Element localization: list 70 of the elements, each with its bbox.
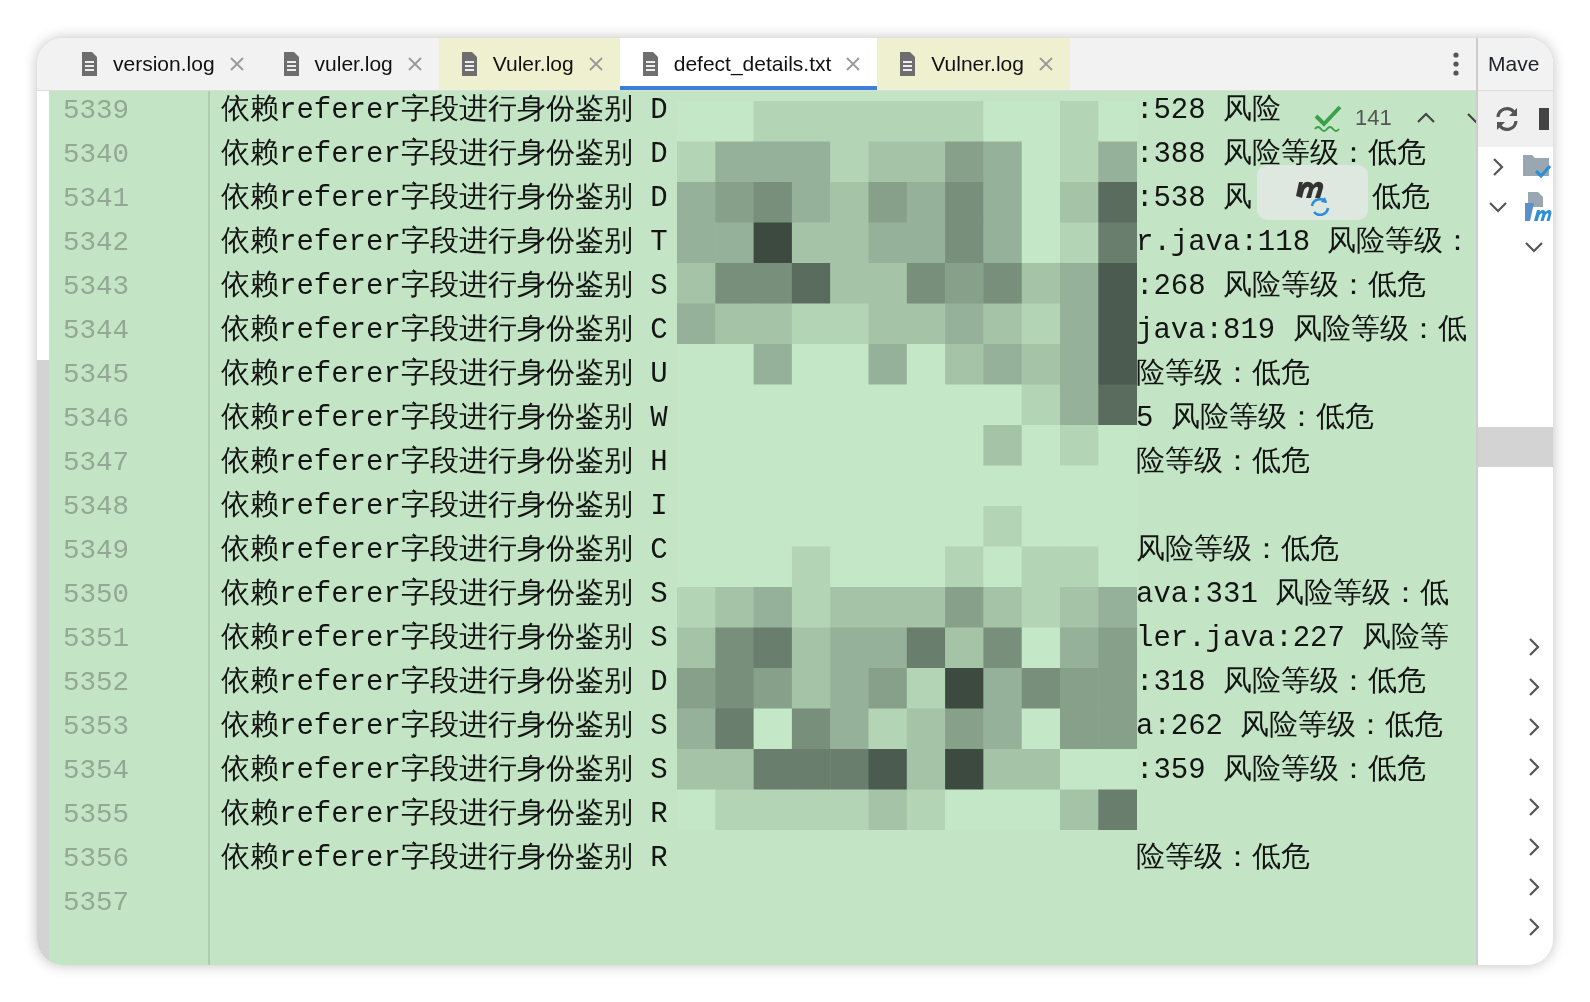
code-text: 依赖referer字段进行身份鉴别 D <box>221 666 668 699</box>
line-number: 5344 <box>63 314 130 348</box>
maven-reload-button[interactable] <box>1257 165 1368 220</box>
code-text: 依赖referer字段进行身份鉴别 S <box>221 578 668 611</box>
close-icon[interactable] <box>845 56 862 72</box>
code-text: :359 风险等级：低危 <box>1136 753 1426 789</box>
code-text: 依赖referer字段进行身份鉴别 S <box>221 270 668 303</box>
line-number: 5349 <box>63 534 130 568</box>
code-text: 依赖referer字段进行身份鉴别 D <box>221 182 668 215</box>
refresh-button[interactable] <box>1493 105 1521 133</box>
code-text: 依赖referer字段进行身份鉴别 U <box>221 358 668 391</box>
line-number: 5354 <box>63 754 130 788</box>
file-tab[interactable]: Vuler.log <box>438 38 620 90</box>
code-text: 依赖referer字段进行身份鉴别 T <box>221 226 668 259</box>
code-text: :268 风险等级：低危 <box>1136 269 1426 305</box>
line-number: 5347 <box>63 446 130 480</box>
match-count: 141 <box>1355 104 1392 132</box>
line-number: 5350 <box>63 578 130 612</box>
line-number: 5356 <box>63 842 130 876</box>
code-text: 风险等级：低危 <box>1136 533 1339 569</box>
maven-module-icon <box>1522 191 1552 223</box>
more-button[interactable] <box>1452 51 1460 77</box>
code-text: 依赖referer字段进行身份鉴别 R <box>221 798 668 831</box>
line-number: 5346 <box>63 402 130 436</box>
line-number: 5353 <box>63 710 130 744</box>
close-icon[interactable] <box>406 56 423 72</box>
code-text: :318 风险等级：低危 <box>1136 665 1426 701</box>
line-number: 5342 <box>63 226 130 260</box>
code-text: 依赖referer字段进行身份鉴别 H <box>221 446 668 479</box>
code-text: :388 风险等级：低危 <box>1136 137 1426 173</box>
line-number: 5357 <box>63 886 130 920</box>
line-number: 5341 <box>63 182 130 216</box>
code-text: 依赖referer字段进行身份鉴别 C <box>221 314 668 347</box>
code-text: java:819 风险等级：低 <box>1136 313 1467 349</box>
code-text: 低危 <box>1372 181 1430 217</box>
line-number: 5343 <box>63 270 130 304</box>
check-icon <box>1313 103 1343 132</box>
code-text: 5 风险等级：低危 <box>1136 401 1374 437</box>
code-text: :538 风 <box>1136 181 1252 217</box>
line-number: 5348 <box>63 490 130 524</box>
code-text: 依赖referer字段进行身份鉴别 I <box>221 490 668 523</box>
code-text: 险等级：低危 <box>1136 357 1310 393</box>
code-text: 险等级：低危 <box>1136 841 1310 877</box>
line-number: 5340 <box>63 138 130 172</box>
code-text: ler.java:227 风险等 <box>1136 621 1450 657</box>
code-text: 依赖referer字段进行身份鉴别 R <box>221 842 668 875</box>
file-tab[interactable]: defect_details.txt <box>619 38 878 90</box>
line-number: 5345 <box>63 358 130 392</box>
file-tab[interactable]: Vulner.log <box>877 38 1070 90</box>
toolbar-button[interactable] <box>1537 106 1549 132</box>
code-text: 险等级：低危 <box>1136 445 1310 481</box>
code-text: a:262 风险等级：低危 <box>1136 709 1444 745</box>
close-icon[interactable] <box>228 56 245 72</box>
code-text: 依赖referer字段进行身份鉴别 S <box>221 754 668 787</box>
file-icon <box>897 51 918 77</box>
line-number: 5351 <box>63 622 130 656</box>
file-icon <box>79 51 99 77</box>
code-text: 依赖referer字段进行身份鉴别 W <box>221 402 668 435</box>
line-number: 5339 <box>63 94 130 128</box>
code-text: 依赖referer字段进行身份鉴别 D <box>221 94 668 127</box>
code-text: 依赖referer字段进行身份鉴别 S <box>221 710 668 743</box>
line-number: 5355 <box>63 798 130 832</box>
code-text: 依赖referer字段进行身份鉴别 D <box>221 138 668 171</box>
previous-match-button[interactable] <box>1415 111 1436 124</box>
code-text: 依赖referer字段进行身份鉴别 C <box>221 534 668 567</box>
code-text: 依赖referer字段进行身份鉴别 S <box>221 622 668 655</box>
code-text: :528 风险 <box>1136 93 1281 129</box>
line-number: 5352 <box>63 666 130 700</box>
code-text: ava:331 风险等级：低 <box>1136 577 1450 613</box>
code-text: r.java:118 风险等级： <box>1136 225 1473 261</box>
